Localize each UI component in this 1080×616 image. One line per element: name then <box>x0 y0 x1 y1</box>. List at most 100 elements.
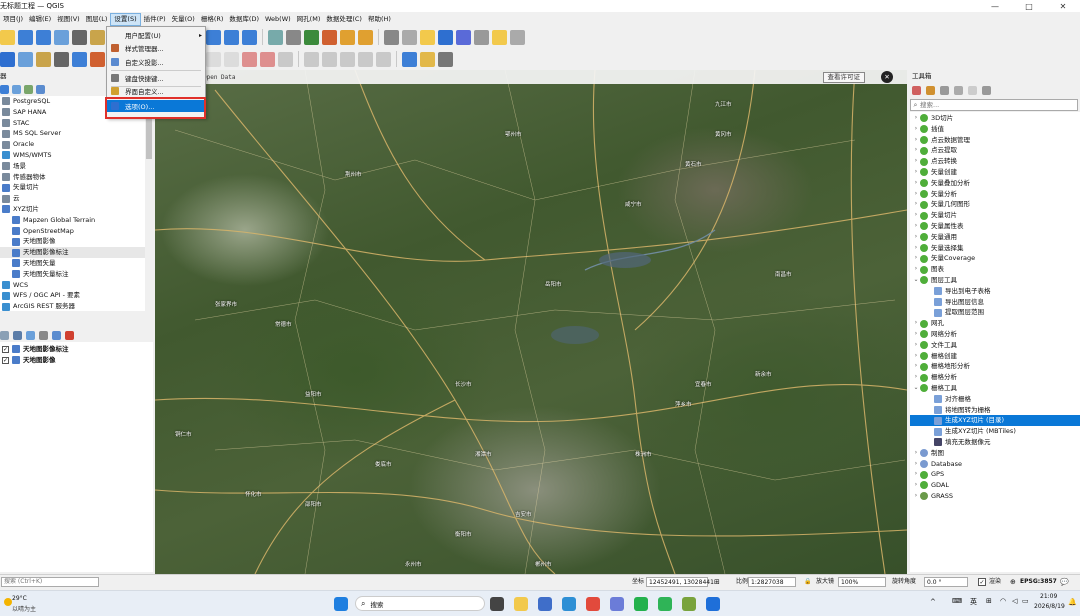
results-icon[interactable] <box>954 85 963 95</box>
menu-6[interactable]: 矢量(O) <box>169 13 198 26</box>
toolbar-button-22-icon[interactable] <box>420 29 435 45</box>
refresh-icon[interactable] <box>0 84 9 94</box>
file-explorer-icon[interactable] <box>514 597 528 611</box>
toolbox-group[interactable]: › 栅格分析 <box>910 372 1080 383</box>
history-icon[interactable] <box>940 85 949 95</box>
toolbar2-button-12-icon[interactable] <box>224 51 239 67</box>
chevron-right-icon[interactable]: › <box>912 199 920 210</box>
menu-2[interactable]: 视图(V) <box>54 13 83 26</box>
chevron-right-icon[interactable]: › <box>912 491 920 502</box>
locator-input[interactable] <box>1 577 99 587</box>
notification-icon[interactable]: 🔔 <box>1068 598 1077 606</box>
green-app-icon[interactable] <box>658 597 672 611</box>
settings-menu-item[interactable]: 界面自定义... <box>107 85 205 97</box>
extents-icon[interactable]: ⊞ <box>714 577 720 587</box>
scripts-icon[interactable] <box>926 85 935 95</box>
toolbar-button-17-icon[interactable] <box>322 29 337 45</box>
toolbox-group[interactable]: › 点云数据管理 <box>910 135 1080 146</box>
chevron-right-icon[interactable]: › <box>912 135 920 146</box>
start-button-icon[interactable] <box>334 597 348 611</box>
ime-mode[interactable]: 英 <box>970 597 977 607</box>
toolbox-algorithm[interactable]: 导出到电子表格 <box>910 286 1080 297</box>
toolbar-button-27-icon[interactable] <box>510 29 525 45</box>
browser-item[interactable]: WFS / OGC API - 要素 <box>0 290 153 301</box>
toolbox-group[interactable]: › 网孔 <box>910 318 1080 329</box>
remove-layer-icon[interactable] <box>65 330 74 340</box>
layer-style-icon[interactable] <box>0 330 9 340</box>
browser-item[interactable]: 天地图矢量标注 <box>0 269 153 280</box>
messages-icon[interactable]: 💬 <box>1060 577 1069 587</box>
chevron-right-icon[interactable]: › <box>912 351 920 362</box>
chevron-right-icon[interactable]: › <box>912 469 920 480</box>
expand-all-icon[interactable] <box>52 330 61 340</box>
menu-0[interactable]: 项目(J) <box>0 13 26 26</box>
toolbox-group[interactable]: › 插值 <box>910 124 1080 135</box>
toolbox-algorithm[interactable]: 填充无数据像元 <box>910 437 1080 448</box>
toolbox-search[interactable]: ⌕ <box>910 99 1078 111</box>
toolbar-button-15-icon[interactable] <box>286 29 301 45</box>
chevron-right-icon[interactable]: › <box>912 124 920 135</box>
browser-item[interactable]: 天地图影像标注 <box>0 247 153 258</box>
info-icon[interactable] <box>36 84 45 94</box>
toolbox-group[interactable]: › 点云提取 <box>910 145 1080 156</box>
toolbar2-button-17-icon[interactable] <box>322 51 337 67</box>
settings-menu-item[interactable]: 用户配置(U) ▸ <box>107 29 205 41</box>
chevron-right-icon[interactable]: › <box>912 221 920 232</box>
weather-icon[interactable] <box>4 598 12 606</box>
crs-label[interactable]: EPSG:3857 <box>1020 577 1057 587</box>
toolbox-group[interactable]: › 矢量通用 <box>910 232 1080 243</box>
close-button[interactable]: ✕ <box>1046 2 1080 11</box>
models-icon[interactable] <box>912 85 921 95</box>
toolbox-group[interactable]: › 矢量叠加分析 <box>910 178 1080 189</box>
toolbar2-button-21-icon[interactable] <box>402 51 417 67</box>
filter-legend-icon[interactable] <box>39 330 48 340</box>
toolbar-button-13-icon[interactable] <box>242 29 257 45</box>
toolbox-algorithm[interactable]: 生成XYZ切片 (目录) <box>910 415 1080 427</box>
toolbar-button-25-icon[interactable] <box>474 29 489 45</box>
chevron-right-icon[interactable]: › <box>912 156 920 167</box>
toolbox-group[interactable]: › 矢量切片 <box>910 210 1080 221</box>
toolbox-group[interactable]: › 点云转换 <box>910 156 1080 167</box>
toolbox-algorithm[interactable]: 将地图转为栅格 <box>910 405 1080 416</box>
chevron-right-icon[interactable]: › <box>912 459 920 470</box>
chevron-right-icon[interactable]: › <box>912 210 920 221</box>
toolbox-group[interactable]: › 文件工具 <box>910 340 1080 351</box>
toolbox-group[interactable]: › 网络分析 <box>910 329 1080 340</box>
toolbox-group[interactable]: › GRASS <box>910 491 1080 502</box>
toolbar-button-19-icon[interactable] <box>358 29 373 45</box>
chevron-down-icon[interactable]: ⌄ <box>912 383 920 394</box>
chevron-right-icon[interactable]: › <box>912 448 920 459</box>
app2-icon[interactable] <box>706 597 720 611</box>
chevron-right-icon[interactable]: › <box>912 232 920 243</box>
toolbox-group[interactable]: › GDAL <box>910 480 1080 491</box>
toolbar2-button-4-icon[interactable] <box>72 51 87 67</box>
toolbox-group[interactable]: › 矢量Coverage <box>910 253 1080 264</box>
browser-item[interactable]: 云 <box>0 193 153 204</box>
menu-1[interactable]: 编辑(E) <box>26 13 54 26</box>
close-attribution-icon[interactable]: ✕ <box>881 71 893 83</box>
wifi-icon[interactable]: ◠ <box>1000 597 1006 605</box>
toolbox-group[interactable]: › 制图 <box>910 448 1080 459</box>
filter-icon[interactable] <box>12 84 21 94</box>
toolbox-search-input[interactable] <box>920 101 1070 109</box>
toolbox-group[interactable]: ⌄ 栅格工具 <box>910 383 1080 394</box>
toolbox-group[interactable]: › 3D切片 <box>910 113 1080 124</box>
toolbar-button-24-icon[interactable] <box>456 29 471 45</box>
rotation-field[interactable]: 0.0 ° <box>924 577 968 587</box>
toolbox-group[interactable]: › GPS <box>910 469 1080 480</box>
toolbox-group[interactable]: › 图表 <box>910 264 1080 275</box>
minimize-button[interactable]: — <box>978 2 1012 11</box>
browser-item[interactable]: 天地图影像 <box>0 236 153 247</box>
settings-menu-item[interactable]: 自定义投影... <box>107 56 205 68</box>
toolbar-button-14-icon[interactable] <box>268 29 283 45</box>
volume-icon[interactable]: ◁ <box>1012 597 1017 605</box>
store-icon[interactable] <box>538 597 552 611</box>
chevron-right-icon[interactable]: › <box>912 480 920 491</box>
clock-date[interactable]: 2026/8/19 <box>1034 603 1065 610</box>
toolbar2-button-15-icon[interactable] <box>278 51 293 67</box>
browser-item[interactable]: MS SQL Server <box>0 128 153 139</box>
toolbox-group[interactable]: › 栅格地形分析 <box>910 361 1080 372</box>
toolbox-group[interactable]: › 矢量几何图形 <box>910 199 1080 210</box>
toolbar2-button-1-icon[interactable] <box>18 51 33 67</box>
toolbar2-button-18-icon[interactable] <box>340 51 355 67</box>
